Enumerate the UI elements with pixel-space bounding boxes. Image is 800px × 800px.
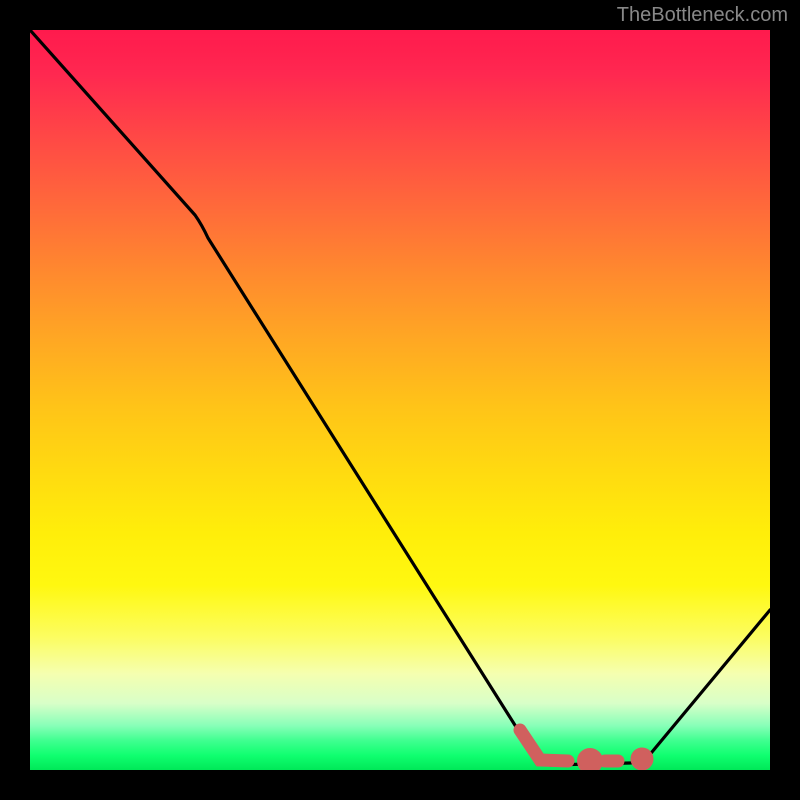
chart-svg bbox=[30, 30, 770, 770]
chart-plot-area bbox=[30, 30, 770, 770]
attribution-text: TheBottleneck.com bbox=[617, 4, 788, 27]
bottleneck-curve-line bbox=[30, 30, 770, 765]
